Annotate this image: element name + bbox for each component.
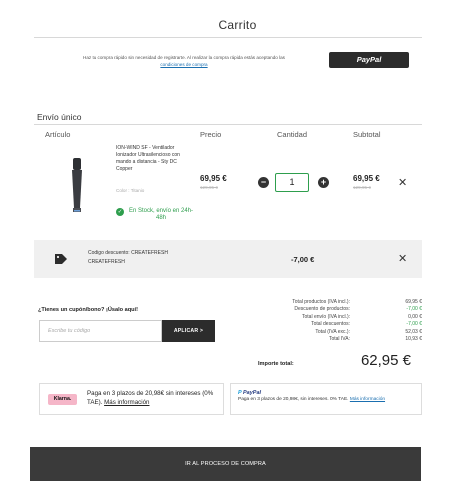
column-header-price: Precio (200, 130, 222, 139)
divider (34, 124, 422, 125)
discount-row: Codigo descuento: CREATEFRESH CREATEFRES… (34, 240, 422, 278)
purchase-conditions-link[interactable]: condiciones de compra (160, 62, 207, 67)
totals-row-value: 0,00 € (408, 313, 422, 320)
totals-row-label: Total envío (IVA incl.): (302, 313, 350, 320)
remove-discount-close-icon[interactable]: ✕ (398, 252, 407, 265)
order-totals: Total productos (IVA incl.): 69,95 € Descu… (250, 299, 422, 343)
product-image[interactable] (62, 152, 92, 216)
express-checkout-description: Haz tu compra rápido sin necesidad de re… (83, 55, 285, 60)
grand-total-value: 62,95 € (360, 352, 411, 369)
unit-price-old: 129,95 € (200, 185, 218, 190)
paypal-logo-text: PayPal (243, 390, 262, 396)
shipment-section-title: Envío único (37, 112, 82, 122)
line-subtotal-old: 129,95 € (353, 185, 371, 190)
totals-row: Total IVA: 10,93 € (250, 336, 422, 343)
totals-row-value: 69,95 € (405, 299, 422, 305)
totals-row-value: 52,03 € (405, 328, 422, 335)
apply-coupon-button[interactable]: APLICAR > (162, 320, 215, 342)
totals-row-value: 10,93 € (405, 335, 422, 342)
paypal-logo-mark: P (238, 390, 242, 396)
divider (34, 37, 422, 38)
line-subtotal: 69,95 € (353, 174, 380, 183)
totals-row-label: Total descuentos: (311, 321, 350, 328)
quantity-input[interactable]: 1 (275, 173, 309, 192)
totals-row-label: Total IVA: (328, 335, 350, 342)
totals-row-label: Total (IVA exc.): (315, 328, 350, 335)
paypal-logo: P PayPal (238, 390, 261, 396)
column-header-quantity: Cantidad (277, 130, 308, 139)
checkout-button[interactable]: IR AL PROCESO DE COMPRA (30, 447, 421, 481)
minus-circle-icon[interactable]: − (258, 177, 269, 188)
column-header-article: Artículo (45, 130, 71, 139)
discount-code-value: CREATEFRESH (88, 259, 125, 265)
totals-row-label: Total productos (IVA incl.): (292, 299, 350, 305)
coupon-input[interactable]: Escribe tu código (39, 320, 162, 342)
discount-amount: -7,00 € (291, 255, 315, 264)
grand-total-label: Importe total: (258, 361, 294, 367)
totals-row-value: -7,00 € (406, 306, 422, 313)
totals-row: Total productos (IVA incl.): 69,95 € (250, 299, 422, 306)
paypal-installments-box: P PayPal Paga en 3 plazos de 20,98€, sin… (230, 383, 422, 415)
express-checkout-text: Haz tu compra rápido sin necesidad de re… (34, 54, 334, 68)
paypal-more-info-link[interactable]: Más información (350, 397, 385, 402)
totals-row-value: -7,00 € (406, 321, 422, 328)
totals-row: Total envío (IVA incl.): 0,00 € (250, 314, 422, 321)
page-title: Carrito (218, 18, 257, 32)
column-header-subtotal: Subtotal (353, 130, 381, 139)
product-color: Color : Titanio (116, 188, 145, 193)
unit-price: 69,95 € (200, 174, 227, 183)
totals-row-label: Descuento de productos: (294, 306, 350, 313)
check-circle-icon: ✓ (116, 208, 124, 216)
totals-row: Descuento de productos: -7,00 € (250, 306, 422, 313)
paypal-installments-description: Paga en 3 plazos de 20,98€, sin interese… (238, 397, 349, 402)
totals-row: Total descuentos: -7,00 € (250, 321, 422, 328)
klarna-text: Paga en 3 plazos de 20,98€ sin intereses… (87, 389, 219, 407)
stock-status-text: En Stock, envío en 24h-48h (128, 208, 194, 221)
coupon-label: ¿Tienes un cupón/bono? ¡Úsalo aquí! (38, 307, 138, 313)
discount-code-line: Codigo descuento: CREATEFRESH (88, 250, 168, 256)
product-name[interactable]: ION-WIND SF - Ventilador Ionizador Ultra… (116, 145, 186, 173)
totals-row: Total (IVA exc.): 52,03 € (250, 329, 422, 336)
stock-status: ✓ En Stock, envío en 24h-48h (116, 208, 196, 221)
klarna-installments-box: Klarna. Paga en 3 plazos de 20,98€ sin i… (39, 383, 224, 415)
discount-code-text: Codigo descuento: CREATEFRESH CREATEFRES… (88, 249, 168, 267)
klarna-logo: Klarna. (48, 394, 77, 405)
plus-circle-icon[interactable]: + (318, 177, 329, 188)
paypal-installments-text: Paga en 3 plazos de 20,98€, sin interese… (238, 397, 418, 403)
tag-icon (55, 254, 67, 264)
remove-item-close-icon[interactable]: ✕ (398, 176, 407, 189)
paypal-express-button[interactable]: PayPal (329, 52, 409, 68)
klarna-more-info-link[interactable]: Más información (104, 399, 149, 406)
